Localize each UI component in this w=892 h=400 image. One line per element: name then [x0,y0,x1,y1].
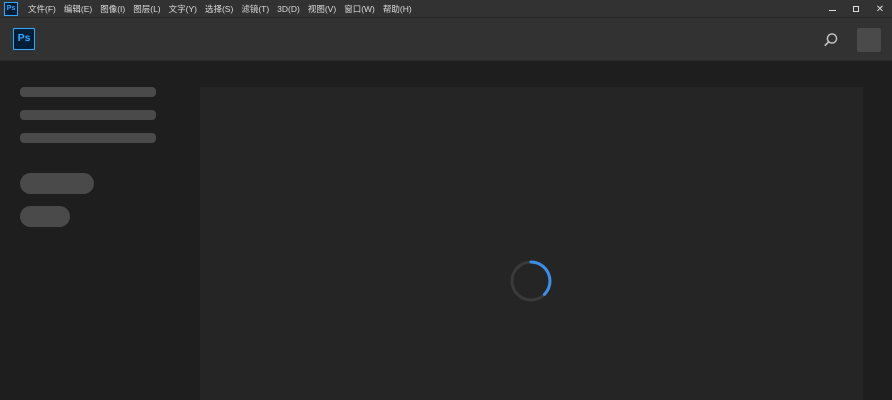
menu-bar: Ps 文件(F) 编辑(E) 图像(I) 图层(L) 文字(Y) 选择(S) 滤… [0,0,892,18]
close-icon: ✕ [875,3,885,15]
maximize-button[interactable] [844,0,868,18]
menu-help[interactable]: 帮助(H) [379,3,416,15]
app-icon[interactable]: Ps [4,1,18,16]
skeleton-nav-item [20,133,156,143]
menu-edit[interactable]: 编辑(E) [60,3,96,15]
menu-layer[interactable]: 图层(L) [129,3,164,15]
content-panel [200,87,863,400]
minimize-button[interactable] [820,0,844,18]
search-button[interactable] [822,31,840,49]
menu-filter[interactable]: 滤镜(T) [237,3,273,15]
menu-type[interactable]: 文字(Y) [165,3,201,15]
photoshop-logo[interactable]: Ps [13,28,35,50]
app-header: Ps [0,18,892,61]
search-icon [824,33,838,47]
loading-spinner-icon [510,260,552,302]
skeleton-nav-item [20,87,156,97]
menu-select[interactable]: 选择(S) [201,3,237,15]
maximize-icon [853,6,859,12]
skeleton-button [20,206,70,227]
window-controls: ✕ [820,0,892,18]
menu-image[interactable]: 图像(I) [96,3,129,15]
menu-view[interactable]: 视图(V) [304,3,340,15]
minimize-icon [828,10,836,11]
menu-file[interactable]: 文件(F) [24,3,60,15]
avatar[interactable] [857,28,881,52]
menu-window[interactable]: 窗口(W) [340,3,379,15]
skeleton-nav-item [20,110,156,120]
menu-3d[interactable]: 3D(D) [273,4,304,14]
close-button[interactable]: ✕ [868,0,892,18]
skeleton-button [20,173,94,194]
